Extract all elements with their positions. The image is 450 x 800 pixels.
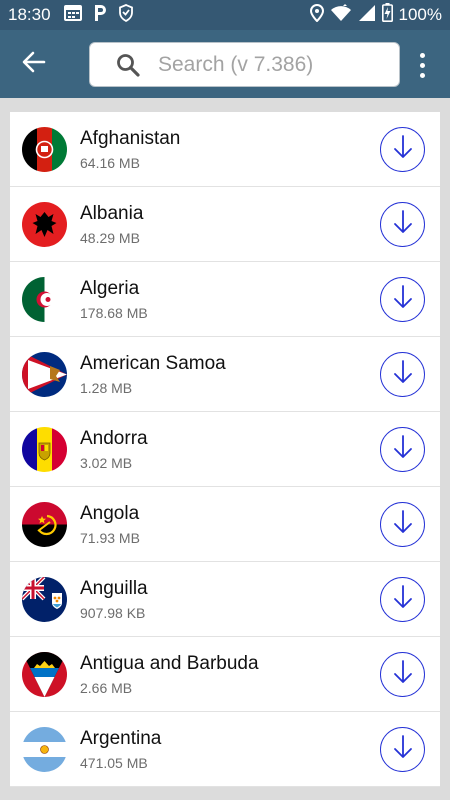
country-size: 64.16 MB xyxy=(80,155,140,171)
search-input[interactable] xyxy=(158,43,393,86)
download-arrow-icon xyxy=(392,734,414,765)
status-bar: 18:30 100% xyxy=(0,0,450,30)
download-button[interactable] xyxy=(380,652,425,697)
argentina-flag xyxy=(22,727,67,772)
download-button[interactable] xyxy=(380,127,425,172)
country-size: 471.05 MB xyxy=(80,755,148,771)
albania-flag xyxy=(22,202,67,247)
signal-icon xyxy=(358,4,376,27)
app-bar xyxy=(0,30,450,98)
country-size: 2.66 MB xyxy=(80,680,133,696)
list-item[interactable]: Algeria 178.68 MB xyxy=(10,262,440,337)
download-arrow-icon xyxy=(392,209,414,240)
country-name: Albania xyxy=(80,203,144,224)
search-icon xyxy=(116,53,140,82)
download-button[interactable] xyxy=(380,727,425,772)
status-time: 18:30 xyxy=(8,5,51,24)
download-button[interactable] xyxy=(380,502,425,547)
country-name: Angola xyxy=(80,503,140,524)
status-system-icons: 100% xyxy=(309,3,442,27)
country-name: Andorra xyxy=(80,428,148,449)
country-size: 907.98 KB xyxy=(80,605,146,621)
country-size: 178.68 MB xyxy=(80,305,148,321)
andorra-flag xyxy=(22,427,67,472)
download-arrow-icon xyxy=(392,659,414,690)
list-item[interactable]: Afghanistan 64.16 MB xyxy=(10,112,440,187)
parking-icon xyxy=(92,4,108,27)
wifi-icon xyxy=(330,3,352,27)
anguilla-flag xyxy=(22,577,67,622)
country-size: 71.93 MB xyxy=(80,530,140,546)
download-arrow-icon xyxy=(392,134,414,165)
download-arrow-icon xyxy=(392,434,414,465)
search-box[interactable] xyxy=(89,42,400,87)
afghanistan-flag xyxy=(22,127,67,172)
list-item[interactable]: American Samoa 1.28 MB xyxy=(10,337,440,412)
list-item[interactable]: Angola 71.93 MB xyxy=(10,487,440,562)
antigua-barbuda-flag xyxy=(22,652,67,697)
country-name: Argentina xyxy=(80,728,162,749)
overflow-menu-button[interactable] xyxy=(413,50,431,80)
location-icon xyxy=(309,3,324,27)
country-size: 1.28 MB xyxy=(80,380,133,396)
list-item[interactable]: Anguilla 907.98 KB xyxy=(10,562,440,637)
country-name: Antigua and Barbuda xyxy=(80,653,259,674)
list-item[interactable]: Andorra 3.02 MB xyxy=(10,412,440,487)
arrow-left-icon xyxy=(22,51,46,78)
download-button[interactable] xyxy=(380,577,425,622)
download-button[interactable] xyxy=(380,352,425,397)
country-size: 48.29 MB xyxy=(80,230,140,246)
more-vert-icon xyxy=(419,52,425,58)
country-name: Anguilla xyxy=(80,578,148,599)
shield-icon xyxy=(118,3,134,27)
list-item[interactable]: Argentina 471.05 MB xyxy=(10,712,440,787)
battery-charging-icon xyxy=(381,3,393,27)
american-samoa-flag xyxy=(22,352,67,397)
download-arrow-icon xyxy=(392,509,414,540)
download-button[interactable] xyxy=(380,427,425,472)
country-name: Afghanistan xyxy=(80,128,181,149)
download-arrow-icon xyxy=(392,584,414,615)
angola-flag xyxy=(22,502,67,547)
status-notification-icons xyxy=(64,3,134,27)
back-button[interactable] xyxy=(16,48,52,80)
country-name: American Samoa xyxy=(80,353,226,374)
country-list: Afghanistan 64.16 MB Albania 48.29 MB Al… xyxy=(10,112,440,787)
country-size: 3.02 MB xyxy=(80,455,133,471)
download-button[interactable] xyxy=(380,202,425,247)
battery-percent: 100% xyxy=(398,5,442,24)
list-item[interactable]: Albania 48.29 MB xyxy=(10,187,440,262)
algeria-flag xyxy=(22,277,67,322)
download-button[interactable] xyxy=(380,277,425,322)
list-item[interactable]: Antigua and Barbuda 2.66 MB xyxy=(10,637,440,712)
calendar-icon xyxy=(64,4,82,26)
country-name: Algeria xyxy=(80,278,140,299)
download-arrow-icon xyxy=(392,359,414,390)
download-arrow-icon xyxy=(392,284,414,315)
